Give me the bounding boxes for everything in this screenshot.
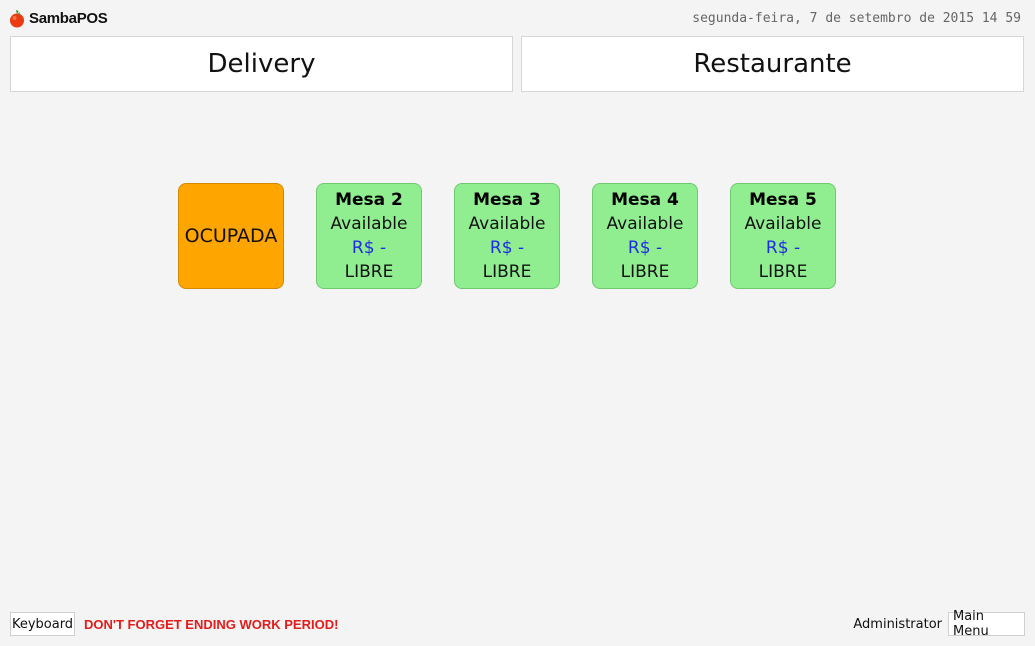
- table-tag: LIBRE: [344, 262, 394, 282]
- table-button-mesa-4[interactable]: Mesa 4 Available R$ - LIBRE: [592, 183, 698, 289]
- table-price: R$ -: [627, 238, 663, 258]
- app-name: SambaPOS: [29, 10, 108, 27]
- department-restaurante-button[interactable]: Restaurante: [521, 36, 1024, 92]
- current-user: Administrator: [853, 617, 942, 632]
- main-menu-button[interactable]: Main Menu: [948, 609, 1025, 639]
- table-state: Available: [330, 214, 408, 234]
- table-name: Mesa 4: [611, 190, 679, 210]
- work-period-warning: DON'T FORGET ENDING WORK PERIOD!: [84, 617, 339, 632]
- table-price: R$ -: [489, 238, 525, 258]
- table-tag: LIBRE: [482, 262, 532, 282]
- app-logo: SambaPOS: [9, 9, 108, 28]
- table-button-mesa-5[interactable]: Mesa 5 Available R$ - LIBRE: [730, 183, 836, 289]
- tomato-icon: [10, 10, 24, 28]
- table-name: Mesa 3: [473, 190, 541, 210]
- table-button-mesa-3[interactable]: Mesa 3 Available R$ - LIBRE: [454, 183, 560, 289]
- department-delivery-button[interactable]: Delivery: [10, 36, 513, 92]
- table-state: Available: [744, 214, 822, 234]
- table-name: Mesa 5: [749, 190, 817, 210]
- table-price: R$ -: [351, 238, 387, 258]
- table-state: Available: [468, 214, 546, 234]
- table-button-occupied[interactable]: OCUPADA: [178, 183, 284, 289]
- table-button-mesa-2[interactable]: Mesa 2 Available R$ - LIBRE: [316, 183, 422, 289]
- table-tag: LIBRE: [758, 262, 808, 282]
- table-state: Available: [606, 214, 684, 234]
- keyboard-button[interactable]: Keyboard: [10, 612, 75, 636]
- table-tag: LIBRE: [620, 262, 670, 282]
- date-time: segunda-feira, 7 de setembro de 2015 14 …: [692, 11, 1021, 26]
- table-name: Mesa 2: [335, 190, 403, 210]
- table-price: R$ -: [765, 238, 801, 258]
- table-status-label: OCUPADA: [184, 225, 278, 247]
